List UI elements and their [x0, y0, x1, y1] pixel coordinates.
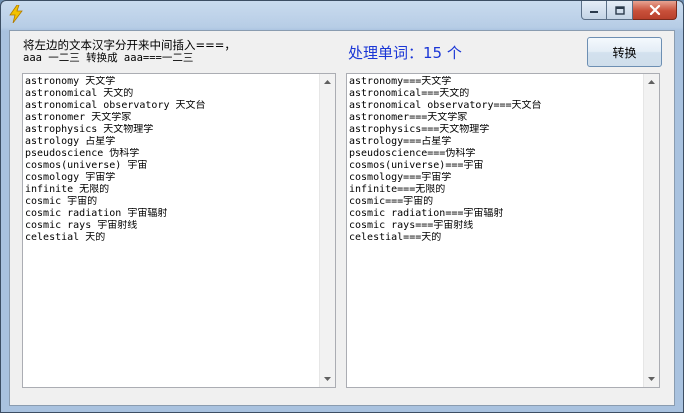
text-line: astrology 占星学	[25, 136, 116, 147]
text-line: pseudoscience 伪科学	[25, 148, 140, 159]
window-controls	[581, 1, 677, 21]
instruction-line-1: 将左边的文本汉字分开来中间插入===，	[23, 38, 236, 52]
app-window: 将左边的文本汉字分开来中间插入===， aaa 一二三 转换成 aaa===一二…	[0, 0, 684, 413]
text-line: cosmology 宇宙学	[25, 172, 116, 183]
output-scrollbar[interactable]	[643, 74, 659, 387]
title-bar[interactable]	[1, 1, 683, 29]
minimize-button[interactable]	[581, 1, 607, 20]
input-textarea[interactable]: astronomy 天文学 astronomical 天文的 astronomica…	[22, 73, 336, 388]
chevron-up-icon	[648, 80, 655, 84]
input-scrollbar[interactable]	[319, 74, 335, 387]
text-line: cosmic===宇宙的	[349, 196, 434, 207]
chevron-down-icon	[324, 377, 331, 381]
lightning-icon	[9, 5, 23, 23]
text-line: astrology===占星学	[349, 136, 452, 147]
text-line: astrophysics 天文物理学	[25, 124, 154, 135]
text-line: astrophysics===天文物理学	[349, 124, 490, 135]
text-line: astronomer===天文学家	[349, 112, 468, 123]
text-line: cosmic rays===宇宙射线	[349, 220, 474, 231]
client-area: 将左边的文本汉字分开来中间插入===， aaa 一二三 转换成 aaa===一二…	[9, 30, 675, 406]
input-text-lines: astronomy 天文学 astronomical 天文的 astronomica…	[25, 76, 319, 244]
chevron-down-icon	[648, 377, 655, 381]
scroll-down-button[interactable]	[644, 371, 659, 387]
minimize-icon	[590, 11, 598, 13]
text-line: astronomical observatory 天文台	[25, 100, 206, 111]
text-line: celestial 天的	[25, 232, 106, 243]
text-line: astronomical===天文的	[349, 88, 470, 99]
close-button[interactable]	[633, 1, 677, 20]
output-text-lines: astronomy===天文学 astronomical===天文的 astrono…	[349, 76, 643, 244]
text-line: cosmic radiation 宇宙辐射	[25, 208, 168, 219]
maximize-button[interactable]	[607, 1, 633, 20]
text-line: astronomer 天文学家	[25, 112, 132, 123]
text-line: cosmic radiation===宇宙辐射	[349, 208, 504, 219]
text-line: infinite===无限的	[349, 184, 446, 195]
chevron-up-icon	[324, 80, 331, 84]
instruction-line-2: aaa 一二三 转换成 aaa===一二三	[23, 52, 194, 64]
maximize-icon	[614, 5, 625, 15]
text-line: cosmology===宇宙学	[349, 172, 452, 183]
text-line: pseudoscience===伪科学	[349, 148, 476, 159]
text-line: astronomy===天文学	[349, 76, 452, 87]
text-line: cosmic 宇宙的	[25, 196, 98, 207]
scroll-up-button[interactable]	[644, 74, 659, 90]
text-line: cosmic rays 宇宙射线	[25, 220, 138, 231]
text-line: astronomical observatory===天文台	[349, 100, 542, 111]
text-line: cosmos(universe) 宇宙	[25, 160, 148, 171]
processed-count-label: 处理单词：15 个	[348, 44, 462, 62]
scroll-down-button[interactable]	[320, 371, 335, 387]
text-line: celestial===天的	[349, 232, 442, 243]
close-icon	[649, 5, 660, 15]
text-line: infinite 无限的	[25, 184, 110, 195]
convert-button[interactable]: 转换	[587, 37, 662, 67]
text-line: astronomical 天文的	[25, 88, 134, 99]
text-line: astronomy 天文学	[25, 76, 116, 87]
output-textarea[interactable]: astronomy===天文学 astronomical===天文的 astrono…	[346, 73, 660, 388]
scroll-up-button[interactable]	[320, 74, 335, 90]
text-line: cosmos(universe)===宇宙	[349, 160, 484, 171]
